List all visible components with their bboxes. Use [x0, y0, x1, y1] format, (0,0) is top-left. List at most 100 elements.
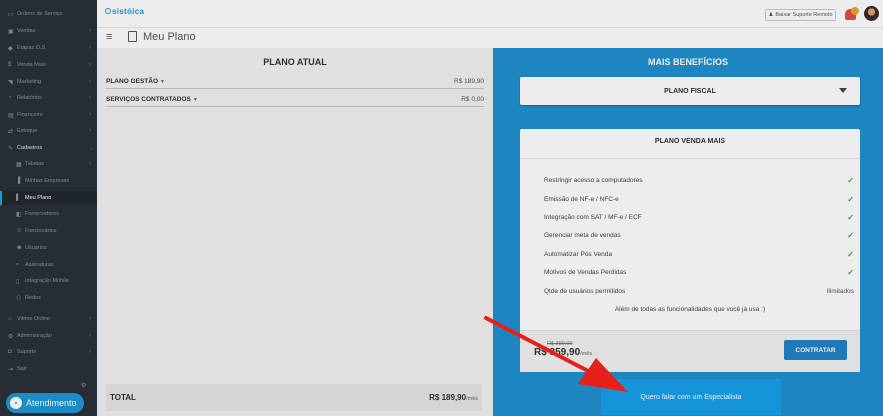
sidebar-item-usuarios[interactable]: ☻ Usuários [0, 241, 97, 255]
money-icon: ▤ [8, 112, 14, 119]
sidebar-item-label: Vitrine Online [17, 316, 50, 322]
sidebar-item-marketing[interactable]: ◥ Marketing › [0, 75, 97, 89]
sidebar-item-label: Administração [17, 333, 52, 339]
sidebar-item-cadastros[interactable]: ✎ Cadastros ⌄ [0, 141, 97, 155]
feature-label: Qtde de usuários permitidos [544, 287, 626, 295]
sidebar-item-label: Sair [17, 366, 27, 372]
top-bar: sistóica ♟ Baixar Suporte Remoto [97, 0, 883, 28]
sidebar-item-funcionarios[interactable]: ☺ Funcionários [0, 224, 97, 238]
settings-gear-icon[interactable]: ⚙ [81, 382, 86, 389]
sidebar-item-label: Funcionários [25, 228, 57, 234]
table-icon: ▦ [16, 161, 22, 168]
suporte-label: Baixar Suporte Remoto [775, 12, 833, 18]
mobile-icon: ▯ [16, 278, 20, 285]
menu-toggle-icon[interactable]: ≡ [106, 31, 112, 43]
page-header: ≡ Meu Plano [97, 28, 883, 48]
sidebar-item-vendas[interactable]: ▣ Vendas › [0, 24, 97, 38]
plano-atual-heading: PLANO ATUAL [263, 57, 327, 67]
sidebar-item-label: Relatórios [17, 95, 42, 101]
storefront-icon: ⌂ [8, 316, 12, 322]
plan-row-gestao[interactable]: PLANO GESTÃO ▼ R$ 189,90 [106, 75, 484, 89]
user-group-icon: ☻ [16, 245, 23, 251]
exchange-icon: ⇄ [8, 128, 14, 135]
sidebar-item-label: Minhas Empresas [25, 178, 70, 184]
total-unit: /mês [466, 396, 478, 402]
download-remote-support-button[interactable]: ♟ Baixar Suporte Remoto [765, 9, 836, 21]
sidebar-item-venda-mais[interactable]: $ Venda Mais › [0, 58, 97, 72]
sidebar-item-minhas-empresas[interactable]: ▐ Minhas Empresas [0, 174, 97, 188]
chevron-icon: › [89, 28, 91, 34]
divider [520, 158, 860, 159]
check-icon: ✓ [847, 230, 854, 240]
plan-row-servicos[interactable]: SERVIÇOS CONTRATADOS ▼ R$ 0,00 [106, 93, 484, 107]
sidebar-item-tabelas[interactable]: ▦ Tabelas › [0, 157, 97, 171]
logo[interactable]: sistóica [105, 7, 144, 16]
sidebar-item-administracao[interactable]: ⚙ Administração › [0, 329, 97, 343]
chevron-icon: › [89, 333, 91, 339]
feature-value: Ilimitados [826, 287, 854, 295]
mais-beneficios-panel: MAIS BENEFÍCIOS PLANO FISCAL PLANO VENDA… [493, 48, 883, 416]
sidebar-item-fornecedores[interactable]: ◧ Fornecedores [0, 207, 97, 221]
feature-row: Motivos de Vendas Perdidas ✓ [544, 266, 854, 278]
feature-label: Emissão de NF-e / NFC-e [544, 195, 619, 203]
sidebar-item-sair[interactable]: ⇥ Sair [0, 362, 97, 376]
avatar[interactable] [864, 6, 879, 21]
sidebar-item-financeiro[interactable]: ▤ Financeiro › [0, 108, 97, 122]
user-icon: ♟ [768, 12, 774, 18]
chevron-icon: › [89, 316, 91, 322]
plano-atual-panel: PLANO ATUAL PLANO GESTÃO ▼ R$ 189,90 SERV… [97, 48, 493, 416]
total-amount: R$ 189,90 [429, 393, 467, 402]
feature-row: Gerenciar meta de vendas ✓ [544, 229, 854, 241]
sidebar-item-label: Ordens de Serviço [17, 11, 63, 17]
feature-label: Restringir acesso a computadores [544, 176, 643, 184]
beneficios-heading: MAIS BENEFÍCIOS [647, 57, 728, 67]
sidebar-item-vitrine-online[interactable]: ⌂ Vitrine Online › [0, 312, 97, 326]
document-icon [128, 31, 137, 42]
logout-icon: ⇥ [8, 366, 14, 373]
logo-text: sistóica [112, 7, 145, 16]
logo-mark-icon [105, 8, 111, 14]
check-icon: ✓ [847, 175, 854, 185]
sidebar-item-etapas-o-s[interactable]: ◆ Etapas O.S. › [0, 41, 97, 55]
sidebar: ▭ Ordens de Serviço ▣ Vendas › ◆ Etapas O.S. › $… [0, 0, 97, 416]
sidebar-item-ordens-de-servico[interactable]: ▭ Ordens de Serviço [0, 7, 97, 21]
dollar-icon: $ [8, 62, 12, 68]
contratar-button[interactable]: CONTRATAR [784, 340, 847, 360]
feature-label: Automatizar Pós Venda [544, 250, 612, 258]
talk-to-specialist-button[interactable]: Quero falar com um Especialista [601, 379, 781, 415]
notifications-bell-icon[interactable] [844, 6, 859, 22]
chevron-icon: › [89, 112, 91, 118]
sidebar-item-redes[interactable]: ⚇ Redes [0, 291, 97, 305]
sidebar-item-label: Vendas [17, 28, 36, 34]
new-price-unit: /mês [580, 351, 593, 357]
sidebar-item-label: Redes [25, 295, 41, 301]
cogs-icon: ⚙ [8, 333, 14, 340]
total-label: TOTAL [110, 393, 136, 402]
venda-mais-card: PLANO VENDA MAIS Restringir acesso a com… [520, 129, 860, 372]
sidebar-item-label: Etapas O.S. [17, 45, 47, 51]
sidebar-item-meu-plano[interactable]: ▌ Meu Plano [0, 191, 97, 205]
total-value: R$ 189,90/mês [429, 393, 478, 402]
sidebar-item-label: Fornecedores [25, 211, 59, 217]
caret-down-icon: ▼ [192, 97, 198, 103]
feature-label: Integração com SAT / MF-e / ECF [544, 213, 642, 221]
feature-label: Motivos de Vendas Perdidas [544, 268, 627, 276]
chat-bubble-icon: ▪ [10, 397, 22, 409]
plano-fiscal-label: PLANO FISCAL [664, 87, 716, 95]
sidebar-item-label: Estoque [17, 128, 38, 134]
truck-icon: ◧ [16, 211, 22, 218]
new-price: R$ 359,90/mês [534, 347, 592, 358]
atendimento-button[interactable]: ▪ Atendimento [6, 393, 84, 413]
sidebar-item-integracao-mobile[interactable]: ▯ Integração Mobile [0, 274, 97, 288]
edit-icon: ✎ [8, 145, 14, 152]
sidebar-item-relatorios[interactable]: ◔ Relatórios › [0, 91, 97, 105]
sidebar-item-label: Assinaturas [25, 262, 54, 268]
sidebar-item-suporte[interactable]: ◘ Suporte › [0, 345, 97, 359]
feature-row: Integração com SAT / MF-e / ECF ✓ [544, 211, 854, 223]
sidebar-item-assinaturas[interactable]: ≈ Assinaturas [0, 258, 97, 272]
chevron-icon: › [89, 161, 91, 167]
plano-fiscal-dropdown[interactable]: PLANO FISCAL [520, 77, 860, 105]
sidebar-item-label: Venda Mais [17, 62, 46, 68]
plan-price: R$ 189,90 [454, 78, 484, 85]
sidebar-item-estoque[interactable]: ⇄ Estoque › [0, 124, 97, 138]
